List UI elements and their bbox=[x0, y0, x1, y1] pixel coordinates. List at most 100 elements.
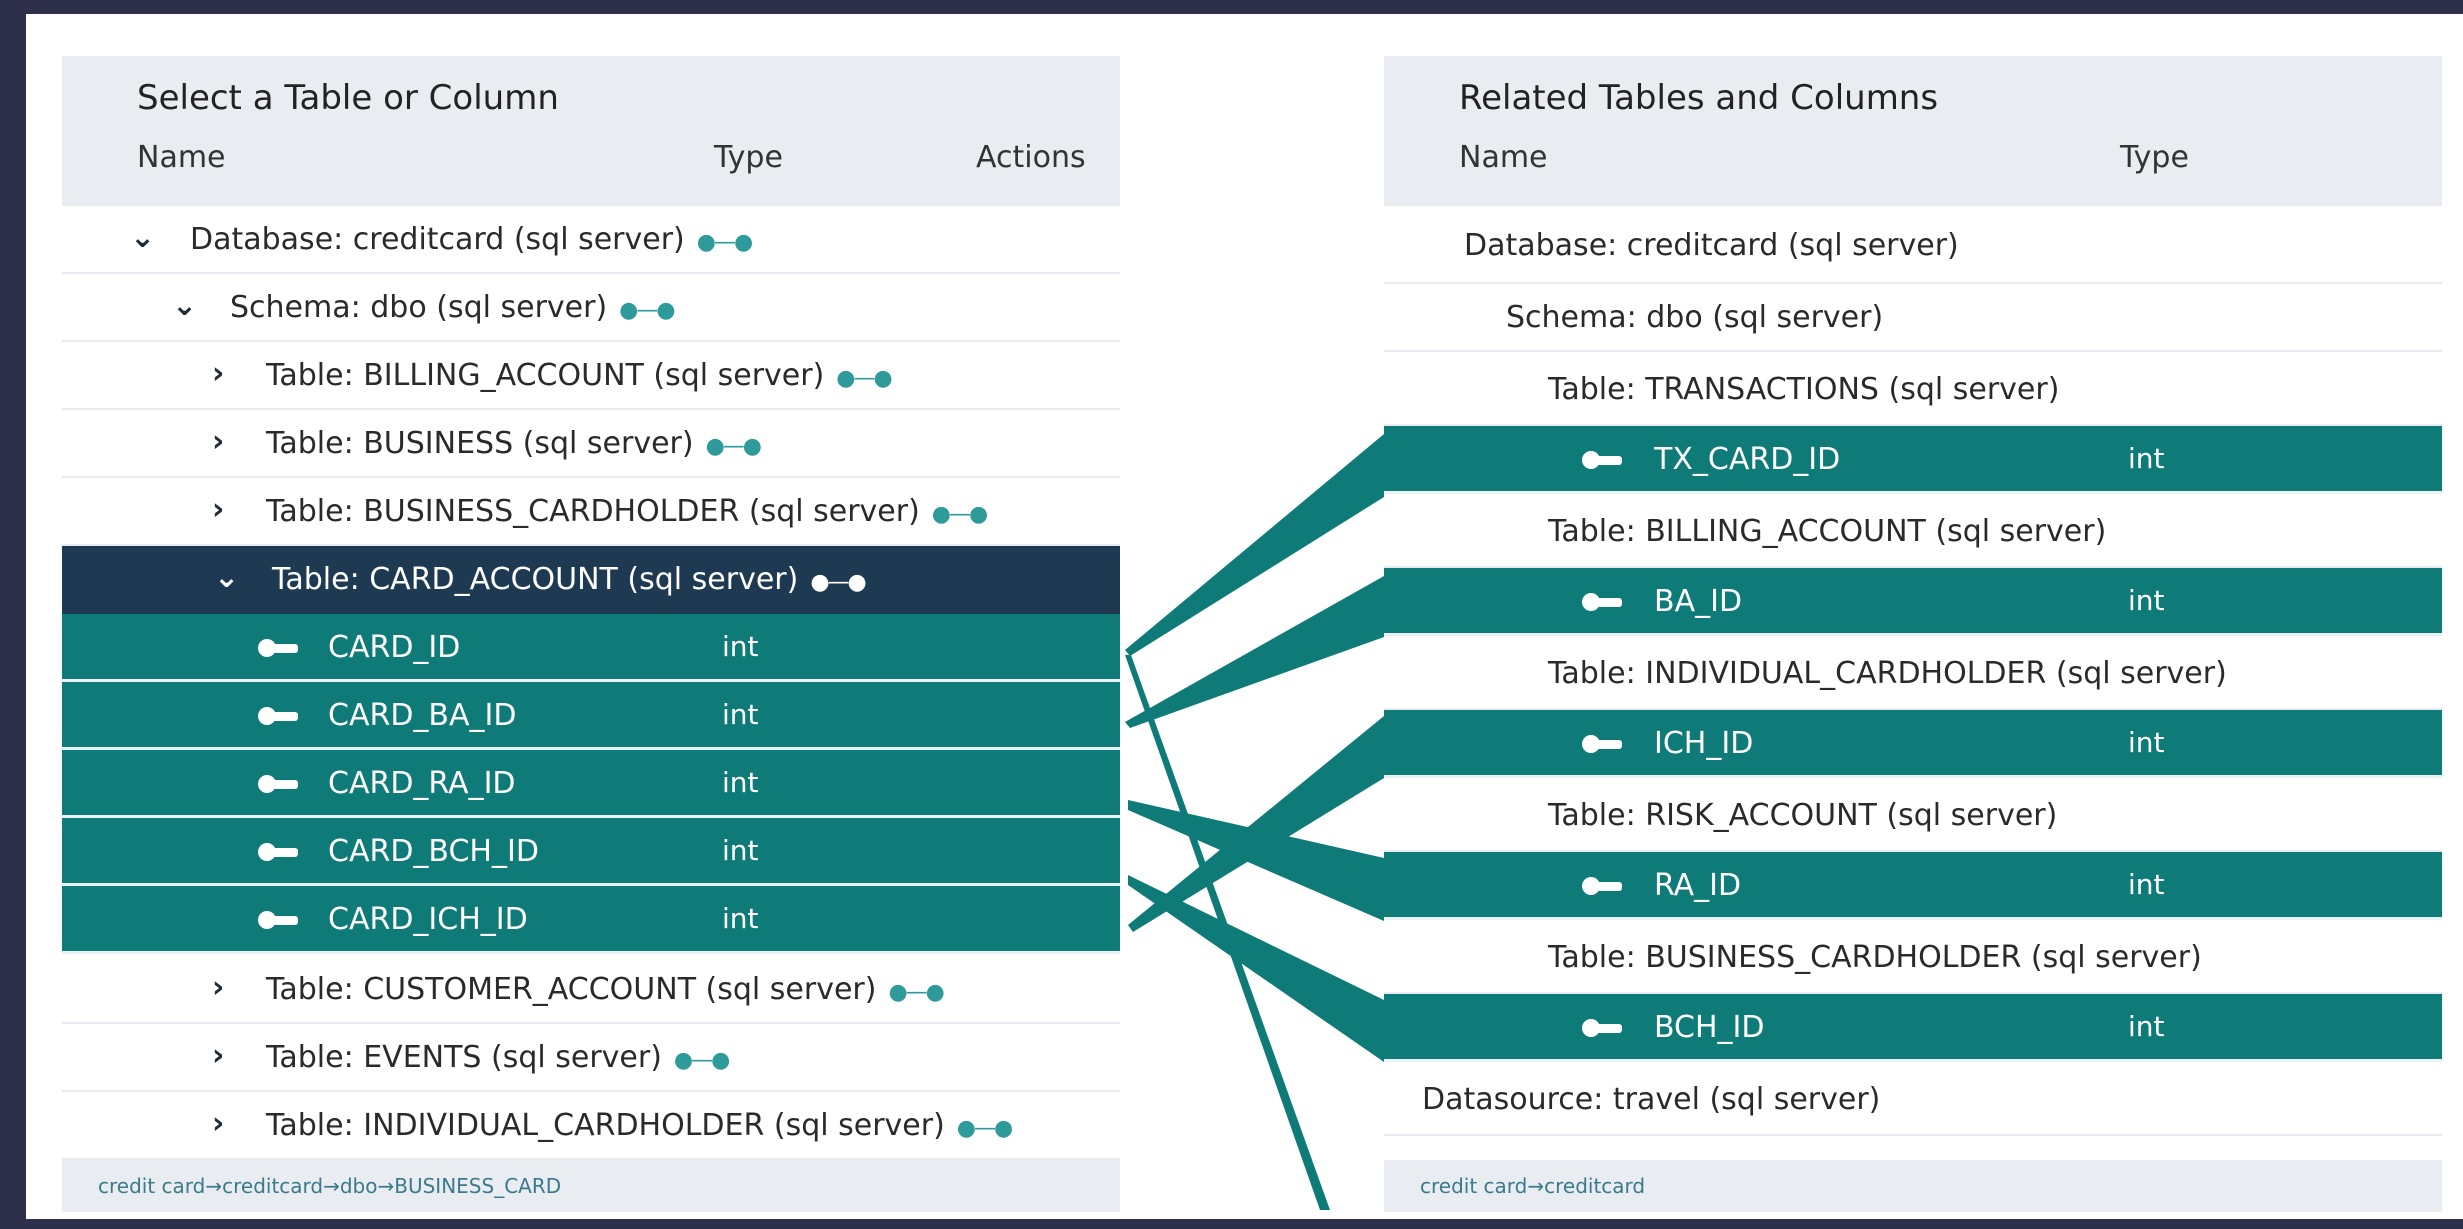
tree-label: Database: creditcard (sql server) bbox=[1464, 228, 1959, 263]
link-dots-icon[interactable]: ●—● bbox=[619, 298, 675, 323]
panel-title: Related Tables and Columns bbox=[1459, 78, 1939, 118]
related-column-row[interactable]: RA_ID int bbox=[1384, 852, 2442, 920]
related-row-table[interactable]: Table: TRANSACTIONS (sql server) bbox=[1384, 352, 2442, 426]
related-column-row[interactable]: TX_CARD_ID int bbox=[1384, 426, 2442, 494]
chevron-right-icon[interactable]: › bbox=[212, 1038, 224, 1073]
key-icon bbox=[258, 843, 298, 861]
tree-row-schema[interactable]: ⌄ Schema: dbo (sql server) ●—● bbox=[62, 274, 1120, 342]
key-icon bbox=[1582, 735, 1622, 753]
column-header-type: Type bbox=[2120, 140, 2189, 175]
column-type: int bbox=[2128, 726, 2165, 759]
breadcrumb: credit card→creditcard bbox=[1384, 1160, 2442, 1212]
column-header-name: Name bbox=[1459, 140, 1548, 175]
related-row-database[interactable]: Database: creditcard (sql server) bbox=[1384, 206, 2442, 284]
column-name: BCH_ID bbox=[1654, 1010, 1765, 1045]
chevron-down-icon[interactable]: ⌄ bbox=[172, 288, 197, 323]
column-type: int bbox=[2128, 584, 2165, 617]
column-row-card-ba-id[interactable]: CARD_BA_ID int bbox=[62, 682, 1120, 750]
related-tables-panel: Related Tables and Columns Name Type Dat… bbox=[1384, 56, 2442, 1212]
tree-label: Table: BUSINESS_CARDHOLDER (sql server) bbox=[266, 494, 920, 529]
related-row-table[interactable]: Table: INDIVIDUAL_CARDHOLDER (sql server… bbox=[1384, 636, 2442, 710]
column-type: int bbox=[2128, 442, 2165, 475]
column-row-card-ich-id[interactable]: CARD_ICH_ID int bbox=[62, 886, 1120, 954]
key-icon bbox=[1582, 877, 1622, 895]
tree-label: Schema: dbo (sql server) bbox=[230, 290, 608, 325]
column-name: TX_CARD_ID bbox=[1654, 442, 1841, 477]
link-dots-icon[interactable]: ●—● bbox=[932, 502, 988, 527]
column-name: CARD_RA_ID bbox=[328, 766, 516, 801]
column-row-card-ra-id[interactable]: CARD_RA_ID int bbox=[62, 750, 1120, 818]
column-name: CARD_BA_ID bbox=[328, 698, 517, 733]
column-type: int bbox=[722, 834, 759, 867]
column-type: int bbox=[722, 698, 759, 731]
breadcrumb-text[interactable]: credit card→creditcard bbox=[1420, 1174, 1645, 1198]
related-row-schema[interactable]: Schema: dbo (sql server) bbox=[1384, 284, 2442, 352]
related-column-row[interactable]: ICH_ID int bbox=[1384, 710, 2442, 778]
breadcrumb-text[interactable]: credit card→creditcard→dbo→BUSINESS_CARD bbox=[98, 1174, 561, 1198]
column-type: int bbox=[722, 902, 759, 935]
related-row-datasource[interactable]: Datasource: travel (sql server) bbox=[1384, 1062, 2442, 1136]
related-row-table[interactable]: Table: BILLING_ACCOUNT (sql server) bbox=[1384, 494, 2442, 568]
key-icon bbox=[1582, 1019, 1622, 1037]
tree-label: Datasource: travel (sql server) bbox=[1422, 1082, 1881, 1117]
related-column-row[interactable]: BCH_ID int bbox=[1384, 994, 2442, 1062]
tree-label: Table: BUSINESS (sql server) bbox=[266, 426, 694, 461]
column-header-name: Name bbox=[137, 140, 226, 175]
column-name: CARD_BCH_ID bbox=[328, 834, 539, 869]
tree-row-table-billing-account[interactable]: › Table: BILLING_ACCOUNT (sql server) ●—● bbox=[62, 342, 1120, 410]
tree-label: Table: RISK_ACCOUNT (sql server) bbox=[1548, 798, 2058, 833]
related-row-table[interactable]: Table: RISK_ACCOUNT (sql server) bbox=[1384, 778, 2442, 852]
tree-label: Table: INDIVIDUAL_CARDHOLDER (sql server… bbox=[1548, 656, 2227, 691]
column-type: int bbox=[2128, 868, 2165, 901]
column-row-card-id[interactable]: CARD_ID int bbox=[62, 614, 1120, 682]
link-dots-icon[interactable]: ●—● bbox=[697, 230, 753, 255]
link-dots-icon[interactable]: ●—● bbox=[706, 434, 762, 459]
key-icon bbox=[1582, 451, 1622, 469]
chevron-right-icon[interactable]: › bbox=[212, 1106, 224, 1141]
column-name: ICH_ID bbox=[1654, 726, 1754, 761]
chevron-right-icon[interactable]: › bbox=[212, 970, 224, 1005]
tree-row-table-events[interactable]: › Table: EVENTS (sql server) ●—● bbox=[62, 1024, 1120, 1092]
column-name: BA_ID bbox=[1654, 584, 1743, 619]
column-type: int bbox=[2128, 1010, 2165, 1043]
panel-header: Related Tables and Columns Name Type bbox=[1384, 56, 2442, 206]
related-row-table[interactable]: Table: BUSINESS_CARDHOLDER (sql server) bbox=[1384, 920, 2442, 994]
tree-label: Table: BILLING_ACCOUNT (sql server) bbox=[266, 358, 825, 393]
chevron-down-icon[interactable]: ⌄ bbox=[214, 560, 239, 595]
panel-title: Select a Table or Column bbox=[137, 78, 559, 118]
panel-header: Select a Table or Column Name Type Actio… bbox=[62, 56, 1120, 206]
column-row-card-bch-id[interactable]: CARD_BCH_ID int bbox=[62, 818, 1120, 886]
column-name: CARD_ID bbox=[328, 630, 461, 665]
key-icon bbox=[258, 775, 298, 793]
connector-long-tail bbox=[1125, 655, 1330, 1210]
link-dots-icon[interactable]: ●—● bbox=[674, 1048, 730, 1073]
key-icon bbox=[258, 911, 298, 929]
tree-row-table-business[interactable]: › Table: BUSINESS (sql server) ●—● bbox=[62, 410, 1120, 478]
link-dots-icon[interactable]: ●—● bbox=[836, 366, 892, 391]
chevron-right-icon[interactable]: › bbox=[212, 356, 224, 391]
column-name: RA_ID bbox=[1654, 868, 1742, 903]
related-column-row[interactable]: BA_ID int bbox=[1384, 568, 2442, 636]
tree-row-table-business-cardholder[interactable]: › Table: BUSINESS_CARDHOLDER (sql server… bbox=[62, 478, 1120, 546]
link-dots-icon[interactable]: ●—● bbox=[810, 570, 866, 595]
tree-label: Table: EVENTS (sql server) bbox=[266, 1040, 662, 1075]
tree-row-database[interactable]: ⌄ Database: creditcard (sql server) ●—● bbox=[62, 206, 1120, 274]
tree-label: Table: BILLING_ACCOUNT (sql server) bbox=[1548, 514, 2107, 549]
tree-row-table-customer-account[interactable]: › Table: CUSTOMER_ACCOUNT (sql server) ●—… bbox=[62, 956, 1120, 1024]
key-icon bbox=[1582, 593, 1622, 611]
chevron-down-icon[interactable]: ⌄ bbox=[130, 220, 155, 255]
tree-label: Table: CARD_ACCOUNT (sql server) bbox=[272, 562, 799, 597]
link-dots-icon[interactable]: ●—● bbox=[888, 980, 944, 1005]
column-type: int bbox=[722, 630, 759, 663]
tree-label: Table: INDIVIDUAL_CARDHOLDER (sql server… bbox=[266, 1108, 945, 1143]
tree-row-table-card-account-selected[interactable]: ⌄ Table: CARD_ACCOUNT (sql server) ●—● bbox=[62, 546, 1120, 614]
chevron-right-icon[interactable]: › bbox=[212, 492, 224, 527]
tree-row-table-individual-cardholder[interactable]: › Table: INDIVIDUAL_CARDHOLDER (sql serv… bbox=[62, 1092, 1120, 1160]
link-dots-icon[interactable]: ●—● bbox=[957, 1116, 1013, 1141]
chevron-right-icon[interactable]: › bbox=[212, 424, 224, 459]
breadcrumb: credit card→creditcard→dbo→BUSINESS_CARD bbox=[62, 1160, 1120, 1212]
tree-label: Table: TRANSACTIONS (sql server) bbox=[1548, 372, 2060, 407]
column-header-type: Type bbox=[714, 140, 783, 175]
tree-label: Table: CUSTOMER_ACCOUNT (sql server) bbox=[266, 972, 877, 1007]
table-selector-panel: Select a Table or Column Name Type Actio… bbox=[62, 56, 1120, 1212]
